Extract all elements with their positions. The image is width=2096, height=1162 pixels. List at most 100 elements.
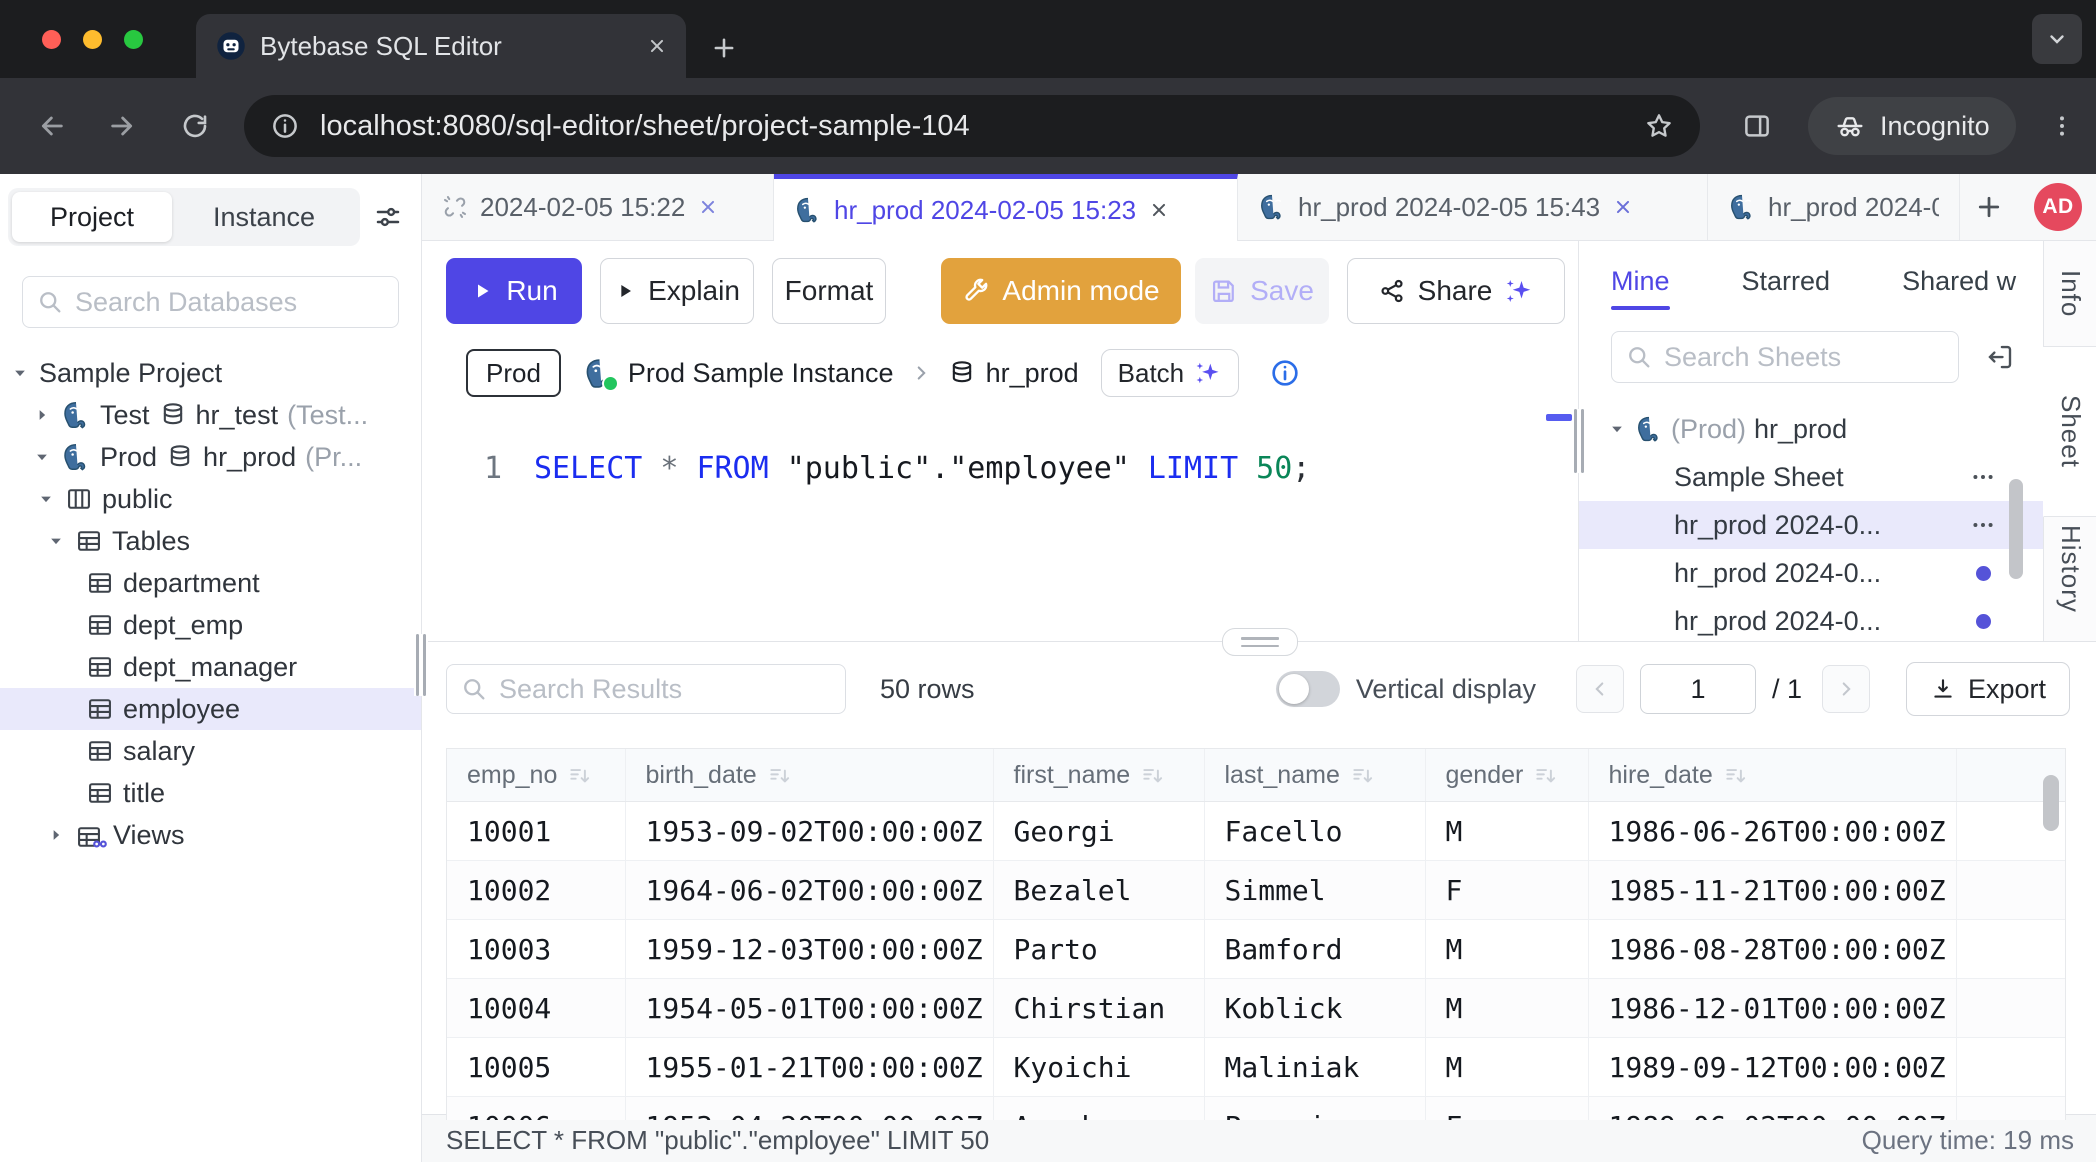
cell[interactable]: Koblick: [1204, 979, 1425, 1038]
cell[interactable]: F: [1425, 861, 1588, 920]
caret-down-icon[interactable]: [36, 489, 56, 509]
caret-down-icon[interactable]: [1607, 419, 1627, 439]
sheet-menu-icon[interactable]: [1969, 511, 1997, 539]
table-row[interactable]: 10001 1953-09-02T00:00:00Z Georgi Facell…: [447, 802, 2065, 861]
cell[interactable]: Preusig: [1204, 1097, 1425, 1121]
cell[interactable]: Kyoichi: [993, 1038, 1204, 1097]
col-header-hire-date[interactable]: hire_date: [1588, 749, 1956, 802]
caret-down-icon[interactable]: [46, 531, 66, 551]
close-icon[interactable]: [1148, 199, 1170, 221]
format-button[interactable]: Format: [772, 258, 886, 324]
browser-tab[interactable]: Bytebase SQL Editor: [196, 14, 686, 78]
table-scrollbar[interactable]: [2043, 775, 2059, 831]
cell[interactable]: 10005: [447, 1038, 625, 1097]
cell[interactable]: 1986-08-28T00:00:00Z: [1588, 920, 1956, 979]
sql-code[interactable]: SELECT*FROM"public"."employee"LIMIT50;: [534, 451, 1310, 486]
cell[interactable]: 10004: [447, 979, 625, 1038]
col-header-first-name[interactable]: first_name: [993, 749, 1204, 802]
url-text[interactable]: localhost:8080/sql-editor/sheet/project-…: [320, 110, 1624, 143]
tree-item-table-dept-manager[interactable]: dept_manager: [0, 646, 421, 688]
search-results-input[interactable]: [446, 664, 846, 714]
tab-instance[interactable]: Instance: [172, 202, 356, 233]
table-row[interactable]: 10006 1953-04-20T00:00:00Z Anneke Preusi…: [447, 1097, 2065, 1121]
batch-button[interactable]: Batch: [1101, 349, 1240, 397]
cell[interactable]: F: [1425, 1097, 1588, 1121]
vertical-display-toggle[interactable]: [1276, 671, 1340, 707]
table-row[interactable]: 10003 1959-12-03T00:00:00Z Parto Bamford…: [447, 920, 2065, 979]
browser-menu-icon[interactable]: [2048, 112, 2076, 140]
close-window-button[interactable]: [42, 30, 61, 49]
minimize-window-button[interactable]: [83, 30, 102, 49]
tab-search-button[interactable]: [2032, 14, 2082, 64]
cell[interactable]: M: [1425, 802, 1588, 861]
editor-tab-3[interactable]: hr_prod 2024-02-05 15:43: [1238, 174, 1708, 240]
sort-icon[interactable]: [1533, 763, 1559, 789]
col-header-gender[interactable]: gender: [1425, 749, 1588, 802]
cell[interactable]: 1954-05-01T00:00:00Z: [625, 979, 993, 1038]
cell[interactable]: 1989-06-02T00:00:00Z: [1588, 1097, 1956, 1121]
tab-starred[interactable]: Starred: [1742, 266, 1831, 297]
search-databases-input[interactable]: [22, 276, 399, 328]
cell[interactable]: 10002: [447, 861, 625, 920]
cell[interactable]: 1959-12-03T00:00:00Z: [625, 920, 993, 979]
sql-editor[interactable]: 1 SELECT*FROM"public"."employee"LIMIT50;: [422, 405, 1578, 641]
search-sheets-input[interactable]: [1611, 331, 1959, 383]
editor-tab-1[interactable]: 2024-02-05 15:22: [422, 174, 774, 240]
sort-icon[interactable]: [767, 763, 793, 789]
side-panel-icon[interactable]: [1742, 111, 1772, 141]
cell[interactable]: 1985-11-21T00:00:00Z: [1588, 861, 1956, 920]
sheet-group-prod-hr-prod[interactable]: (Prod) hr_prod: [1579, 405, 2043, 453]
close-icon[interactable]: [697, 196, 719, 218]
cell[interactable]: 10003: [447, 920, 625, 979]
code-line[interactable]: 1 SELECT*FROM"public"."employee"LIMIT50;: [422, 445, 1578, 491]
tree-item-table-employee[interactable]: employee: [0, 688, 421, 730]
sheet-item-clipped[interactable]: hr_prod 2024-0...: [1579, 393, 2043, 405]
cell[interactable]: 1964-06-02T00:00:00Z: [625, 861, 993, 920]
maximize-window-button[interactable]: [124, 30, 143, 49]
sidebar-resize-handle[interactable]: [414, 634, 428, 696]
tree-item-prod-db[interactable]: Prod hr_prod (Pr...: [0, 436, 421, 478]
site-info-icon[interactable]: [270, 111, 300, 141]
tree-item-table-title[interactable]: title: [0, 772, 421, 814]
rail-tab-sheet[interactable]: Sheet: [2043, 347, 2096, 517]
new-sheet-tab-button[interactable]: [1960, 174, 2018, 240]
next-page-button[interactable]: [1822, 665, 1870, 713]
editor-tab-2-active[interactable]: hr_prod 2024-02-05 15:23: [774, 174, 1238, 241]
forward-icon[interactable]: [106, 110, 138, 142]
bookmark-star-icon[interactable]: [1644, 111, 1674, 141]
tree-item-table-dept-emp[interactable]: dept_emp: [0, 604, 421, 646]
editor-tab-4[interactable]: hr_prod 2024-0: [1708, 174, 1960, 240]
cell[interactable]: Georgi: [993, 802, 1204, 861]
caret-right-icon[interactable]: [32, 405, 52, 425]
export-button[interactable]: Export: [1906, 662, 2070, 716]
admin-mode-button[interactable]: Admin mode: [941, 258, 1181, 324]
table-row[interactable]: 10002 1964-06-02T00:00:00Z Bezalel Simme…: [447, 861, 2065, 920]
reload-icon[interactable]: [180, 111, 210, 141]
panel-resize-handle[interactable]: [1572, 409, 1586, 473]
page-number-input[interactable]: [1640, 664, 1756, 714]
sheet-menu-icon[interactable]: [1969, 463, 1997, 491]
instance-name[interactable]: Prod Sample Instance: [628, 358, 894, 389]
prev-page-button[interactable]: [1576, 665, 1624, 713]
sheet-list-scrollbar[interactable]: [2009, 479, 2023, 579]
cell[interactable]: Maliniak: [1204, 1038, 1425, 1097]
cell[interactable]: Parto: [993, 920, 1204, 979]
address-bar[interactable]: localhost:8080/sql-editor/sheet/project-…: [244, 95, 1700, 157]
cell[interactable]: Anneke: [993, 1097, 1204, 1121]
explain-button[interactable]: Explain: [600, 258, 754, 324]
cell[interactable]: 1955-01-21T00:00:00Z: [625, 1038, 993, 1097]
cell[interactable]: Bamford: [1204, 920, 1425, 979]
table-row[interactable]: 10004 1954-05-01T00:00:00Z Chirstian Kob…: [447, 979, 2065, 1038]
close-tab-icon[interactable]: [646, 35, 668, 57]
tab-shared[interactable]: Shared w: [1902, 266, 2016, 297]
tree-item-table-salary[interactable]: salary: [0, 730, 421, 772]
filter-settings-icon[interactable]: [373, 202, 403, 232]
cell[interactable]: 1986-12-01T00:00:00Z: [1588, 979, 1956, 1038]
col-header-emp-no[interactable]: emp_no: [447, 749, 625, 802]
sort-icon[interactable]: [567, 763, 593, 789]
collapse-panel-icon[interactable]: [1985, 342, 2015, 372]
sheet-item[interactable]: hr_prod 2024-0...: [1579, 597, 2043, 641]
rail-tab-info[interactable]: Info: [2043, 241, 2096, 347]
run-button[interactable]: Run: [446, 258, 582, 324]
cell[interactable]: 10001: [447, 802, 625, 861]
